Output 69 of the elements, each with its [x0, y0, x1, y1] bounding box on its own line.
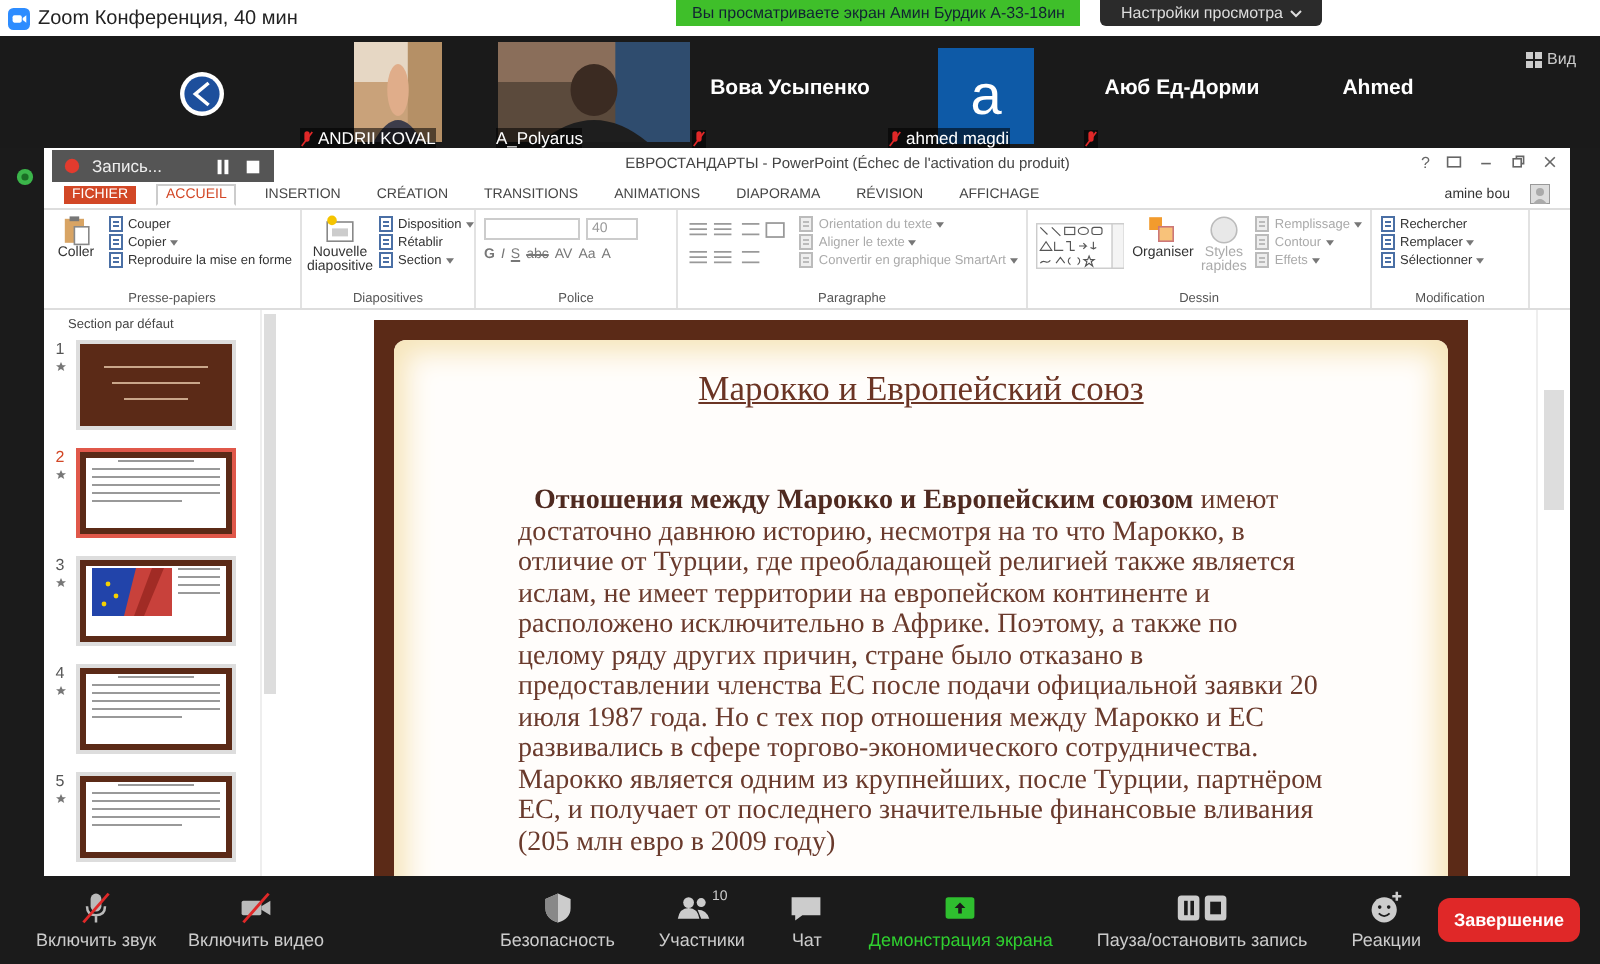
caret-icon — [1311, 257, 1320, 263]
stop-icon[interactable] — [243, 157, 262, 175]
ribbon-display-icon[interactable] — [1446, 154, 1462, 170]
participant-label: ahmed magdi — [906, 128, 1010, 148]
caret-icon — [936, 221, 945, 227]
participant-name: Ahmed — [1342, 76, 1414, 100]
recording-label: Запись... — [92, 156, 162, 176]
toolbar-button[interactable]: Безопасность — [491, 886, 623, 954]
window-title: Zoom Конференция, 40 мин — [38, 7, 298, 29]
star-icon — [55, 794, 65, 804]
toolbar-button[interactable]: Чат — [780, 886, 833, 954]
view-options-button[interactable]: Настройки просмотра — [1100, 0, 1323, 26]
view-button[interactable]: Вид — [1513, 48, 1588, 70]
grid-icon — [1525, 51, 1542, 67]
camera-icon — [238, 890, 274, 926]
pause-stop-icon — [1175, 890, 1230, 926]
star-icon — [55, 686, 65, 696]
participant-label: A_Polyarus — [496, 128, 583, 148]
share-banner: Вы просматриваете экран Амин Бурдик А-33-18ин — [676, 0, 1081, 26]
scrollbar-thumb[interactable] — [1544, 390, 1564, 510]
caret-icon — [1354, 221, 1362, 227]
caret-icon — [908, 239, 917, 245]
slide-number: 3 — [55, 556, 65, 574]
star-icon — [55, 470, 65, 480]
slide-number: 1 — [55, 340, 65, 358]
muted-mic-icon — [1084, 130, 1098, 148]
new-slide-icon — [324, 214, 356, 246]
toolbar-button[interactable]: Включить звук — [28, 886, 165, 954]
slide-number: 2 — [55, 448, 65, 466]
pause-icon[interactable] — [213, 157, 232, 175]
star-icon — [55, 578, 65, 588]
star-icon — [55, 362, 65, 372]
slide-thumbnail[interactable] — [76, 448, 236, 538]
quick-styles-icon — [1207, 214, 1240, 246]
user-avatar-icon — [1530, 184, 1550, 204]
muted-mic-icon — [888, 129, 902, 147]
muted-mic-icon — [300, 129, 314, 147]
toolbar-button[interactable]: Демонстрация экрана — [860, 886, 1061, 954]
toolbar-button[interactable]: Пауза/остановить запись — [1088, 886, 1316, 954]
help-button[interactable]: ? — [1421, 153, 1430, 171]
record-dot-icon — [64, 158, 80, 174]
toolbar-button[interactable]: Реакции — [1343, 886, 1429, 954]
slide-number: 4 — [55, 664, 65, 682]
microphone-icon — [78, 890, 115, 926]
caret-icon — [1466, 239, 1475, 245]
clipboard-icon — [59, 214, 92, 246]
slide-paragraph: Отношения между Марокко и Европейским союзом имеют достаточно давнюю историю, несмотря на то что Марокко, в отличие от Турции, где преобладающей религией также является ислам, не имеет территории на европейском континенте и расположено исключительно в Африке. Поэтому, а также по целому ряду других причин, стране было отказано в предоставлении членства ЕС после подачи официальной заявки 20 июля 1987 года. Но с тех пор отношения между Марокко и ЕС развивались в сфере торгово-экономического сотрудничества. Марокко является одним из крупнейших, после Турции, партнёром ЕС, и получает от последнего значительные финансовые вливания (205 млн евро в 2009 году) — [518, 486, 1324, 858]
participant-label: ANDRII KOVAL — [318, 128, 436, 148]
scrollbar-thumb[interactable] — [264, 314, 276, 694]
participant-name: Аюб Ед-Дорми — [1104, 76, 1260, 100]
close-icon[interactable] — [1542, 154, 1558, 170]
muted-mic-icon — [692, 130, 706, 148]
smiley-plus-icon — [1368, 890, 1405, 926]
slide-number: 5 — [55, 772, 65, 790]
caret-icon — [445, 257, 454, 263]
toolbar-button[interactable]: Включить видео — [180, 886, 332, 954]
caret-icon — [1290, 9, 1303, 17]
restore-icon[interactable] — [1510, 154, 1526, 170]
caret-icon — [1325, 239, 1334, 245]
font-name-field[interactable] — [484, 218, 580, 240]
caret-icon — [465, 221, 474, 227]
caret-icon — [1010, 257, 1018, 263]
slide-title: Марокко и Европейский союз — [698, 368, 1144, 410]
caret-icon — [170, 239, 179, 245]
participant-name: Вова Усыпенко — [710, 76, 870, 100]
arrange-shapes-icon — [1146, 214, 1179, 246]
caret-icon — [1476, 257, 1485, 263]
end-meeting-button[interactable]: Завершение — [1437, 898, 1580, 942]
zoom-logo-icon — [8, 7, 30, 29]
